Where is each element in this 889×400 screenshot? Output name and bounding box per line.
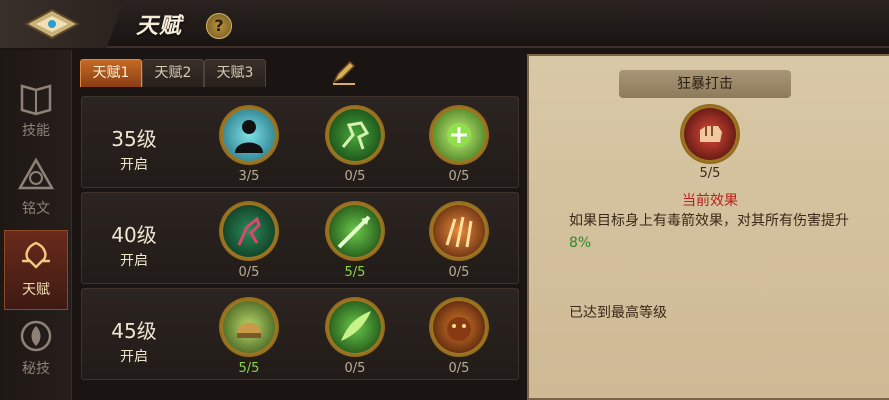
talent-points: 3/5: [238, 169, 260, 184]
nav-label: 铭文: [22, 201, 50, 217]
max-level-notice: 已达到最高等级: [569, 305, 667, 321]
nav-item-skills[interactable]: 技能: [4, 72, 68, 152]
secret-skill-icon: [20, 320, 52, 352]
level-label: 40级 开启: [82, 193, 186, 285]
talent-points: 0/5: [448, 361, 470, 376]
talent-row-45: 45级 开启 5/5 0/5 0/5: [81, 288, 519, 380]
talent-points: 0/5: [448, 169, 470, 184]
talent-row-40: 40级 开启 0/5 5/5 0/5: [81, 192, 519, 284]
talent-row-35: 35级 开启 3/5 0/5 0/5: [81, 96, 519, 188]
talent-slot[interactable]: 0/5: [428, 105, 490, 185]
page-title: 天赋: [136, 14, 183, 39]
level-number: 45级: [111, 319, 157, 343]
tab-talent-3[interactable]: 天赋3: [204, 59, 266, 87]
tab-talent-1[interactable]: 天赋1: [80, 59, 142, 87]
level-label: 35级 开启: [82, 97, 186, 189]
effect-value: 8%: [569, 235, 592, 251]
helmet-icon: [223, 301, 275, 353]
green-orb-icon: [433, 109, 485, 161]
nav-label: 天赋: [22, 282, 50, 298]
nav-label: 秘技: [22, 361, 50, 377]
talent-points: 0/5: [238, 265, 260, 280]
talent-slot[interactable]: 3/5: [218, 105, 280, 185]
talent-slot[interactable]: 0/5: [324, 105, 386, 185]
talent-slot[interactable]: 0/5: [428, 201, 490, 281]
nav-item-talent[interactable]: 天赋: [4, 230, 68, 310]
talent-points: 5/5: [238, 361, 260, 376]
talent-slot[interactable]: 0/5: [428, 297, 490, 377]
effect-description: 如果目标身上有毒箭效果，对其所有伤害提升 8%: [569, 210, 859, 254]
effect-heading: 当前效果: [682, 193, 738, 209]
talent-points: 0/5: [344, 169, 366, 184]
back-arrow-icon: [23, 8, 81, 40]
book-icon: [20, 84, 52, 116]
talent-slot[interactable]: 0/5: [218, 201, 280, 281]
talent-slot[interactable]: 0/5: [324, 297, 386, 377]
tab-talent-2[interactable]: 天赋2: [142, 59, 204, 87]
talent-icon: [22, 241, 50, 269]
talent-name: 狂暴打击: [619, 70, 791, 98]
talent-points: 5/5: [344, 265, 366, 280]
beast-icon: [433, 301, 485, 353]
talent-slot[interactable]: 5/5: [218, 297, 280, 377]
talent-detail-panel: 狂暴打击 5/5 当前效果 如果目标身上有毒箭效果，对其所有伤害提升 8% 已达到…: [527, 54, 889, 400]
talent-points: 5/5: [699, 166, 721, 181]
claw-icon: [433, 205, 485, 257]
level-number: 35级: [111, 127, 157, 151]
nav-item-secret[interactable]: 秘技: [4, 310, 68, 390]
silhouette-icon: [223, 109, 275, 161]
edit-icon[interactable]: [330, 58, 358, 86]
effect-text: 如果目标身上有毒箭效果，对其所有伤害提升: [569, 213, 849, 229]
talent-slot[interactable]: 5/5: [324, 201, 386, 281]
back-button[interactable]: [0, 0, 124, 48]
unlock-status: 开启: [120, 253, 148, 269]
top-bar: 天赋 ?: [0, 0, 889, 48]
help-button[interactable]: ?: [206, 13, 232, 39]
talent-points: 0/5: [344, 361, 366, 376]
unlock-status: 开启: [120, 157, 148, 173]
nav-label: 技能: [22, 123, 50, 139]
rune-icon: [17, 157, 55, 190]
arrow-strike-icon: [329, 205, 381, 257]
leaf-blade-icon: [329, 301, 381, 353]
poison-hand-icon: [223, 205, 275, 257]
level-number: 40级: [111, 223, 157, 247]
runner-icon: [329, 109, 381, 161]
side-nav: 技能 铭文 天赋 秘技: [0, 50, 72, 400]
unlock-status: 开启: [120, 349, 148, 365]
nav-item-runes[interactable]: 铭文: [4, 150, 68, 230]
fist-icon: [684, 108, 736, 160]
talent-points: 0/5: [448, 265, 470, 280]
level-label: 45级 开启: [82, 289, 186, 381]
